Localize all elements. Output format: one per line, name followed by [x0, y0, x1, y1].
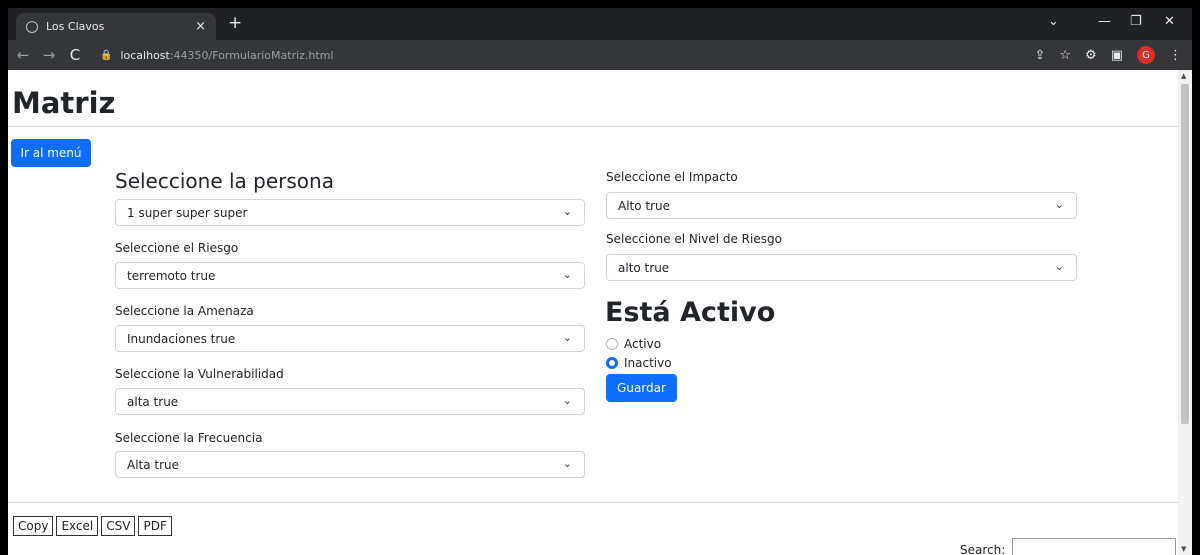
tab-title: Los Clavos — [46, 20, 105, 33]
scroll-up-icon[interactable]: ▲ — [1181, 72, 1186, 80]
close-tab-icon[interactable]: × — [195, 19, 206, 34]
riesgo-select[interactable]: terremoto true ⌄ — [115, 262, 585, 289]
frecuencia-select[interactable]: Alta true ⌄ — [115, 451, 585, 478]
forward-icon[interactable]: → — [38, 46, 60, 64]
scrollbar[interactable]: ▲ ▼ — [1178, 70, 1192, 555]
amenaza-select[interactable]: Inundaciones true ⌄ — [115, 325, 585, 352]
copy-button[interactable]: Copy — [13, 516, 54, 536]
riesgo-label: Seleccione el Riesgo — [115, 241, 239, 255]
persona-select-value: 1 super super super — [127, 205, 248, 220]
tab-search-icon[interactable]: ⌄ — [1048, 14, 1059, 29]
divider — [8, 126, 1178, 127]
impacto-label: Seleccione el Impacto — [606, 170, 738, 184]
close-window-icon[interactable]: ✕ — [1164, 14, 1175, 29]
page-title: Matriz — [12, 86, 116, 120]
chevron-down-icon: ⌄ — [562, 394, 572, 407]
search-label: Search: — [960, 543, 1006, 555]
csv-button[interactable]: CSV — [101, 516, 136, 536]
chevron-down-icon: ⌄ — [1054, 260, 1064, 273]
reload-icon[interactable]: C — [64, 46, 86, 64]
amenaza-label: Seleccione la Amenaza — [115, 304, 254, 318]
activo-heading: Está Activo — [605, 297, 776, 328]
new-tab-icon[interactable]: + — [228, 13, 242, 33]
excel-button[interactable]: Excel — [56, 516, 99, 536]
chevron-down-icon: ⌄ — [562, 205, 572, 218]
frecuencia-select-value: Alta true — [127, 457, 180, 472]
vulnerabilidad-label: Seleccione la Vulnerabilidad — [115, 367, 284, 381]
url-path: :44350/FormularioMatriz.html — [169, 48, 334, 62]
profile-avatar[interactable]: G — [1137, 46, 1155, 64]
impacto-select[interactable]: Alto true ⌄ — [606, 192, 1077, 219]
persona-select[interactable]: 1 super super super ⌄ — [115, 199, 585, 226]
pdf-button[interactable]: PDF — [138, 516, 172, 536]
sidepanel-icon[interactable]: ▣ — [1111, 48, 1123, 63]
chevron-down-icon: ⌄ — [562, 268, 572, 281]
chevron-down-icon: ⌄ — [1054, 198, 1064, 211]
back-icon[interactable]: ← — [12, 46, 34, 64]
vulnerabilidad-select[interactable]: alta true ⌄ — [115, 388, 585, 415]
restore-icon[interactable]: ❐ — [1130, 14, 1142, 29]
extension-icon[interactable]: ⚙ — [1085, 48, 1097, 63]
nivel-riesgo-label: Seleccione el Nivel de Riesgo — [606, 232, 782, 246]
nivel-riesgo-select[interactable]: alto true ⌄ — [606, 254, 1077, 281]
radio-inactivo-circle[interactable] — [606, 357, 618, 369]
star-icon[interactable]: ☆ — [1059, 48, 1071, 63]
amenaza-select-value: Inundaciones true — [127, 331, 236, 346]
radio-activo[interactable]: Activo — [606, 337, 661, 351]
radio-inactivo[interactable]: Inactivo — [606, 356, 672, 370]
url-host: localhost — [120, 48, 170, 62]
tab-bar: Los Clavos × + ⌄ — ❐ ✕ — [8, 8, 1192, 40]
riesgo-select-value: terremoto true — [127, 268, 216, 283]
radio-activo-circle[interactable] — [606, 338, 618, 350]
minimize-icon[interactable]: — — [1098, 14, 1111, 29]
search-input[interactable] — [1012, 538, 1176, 555]
url-field[interactable]: 🔒 localhost :44350/FormularioMatriz.html — [100, 45, 980, 65]
chevron-down-icon: ⌄ — [562, 457, 572, 470]
browser-window: Los Clavos × + ⌄ — ❐ ✕ ← → C 🔒 localhost… — [8, 8, 1192, 555]
save-button[interactable]: Guardar — [606, 374, 677, 402]
radio-activo-label: Activo — [624, 337, 662, 351]
divider — [8, 502, 1178, 503]
export-buttons: Copy Excel CSV PDF — [13, 516, 172, 536]
persona-heading: Seleccione la persona — [115, 169, 334, 193]
page-content: Matriz Ir al menú Seleccione la persona … — [8, 70, 1178, 555]
lock-icon: 🔒 — [100, 49, 113, 61]
globe-icon — [26, 20, 38, 33]
scroll-down-icon[interactable]: ▼ — [1181, 545, 1186, 553]
impacto-select-value: Alto true — [618, 198, 671, 213]
scrollbar-thumb[interactable] — [1181, 84, 1189, 424]
address-bar: ← → C 🔒 localhost :44350/FormularioMatri… — [8, 40, 1192, 70]
menu-dots-icon[interactable]: ⋮ — [1169, 48, 1182, 63]
radio-inactivo-label: Inactivo — [624, 356, 672, 370]
browser-tab[interactable]: Los Clavos × — [16, 13, 216, 40]
nivel-riesgo-select-value: alto true — [618, 260, 670, 275]
chevron-down-icon: ⌄ — [562, 331, 572, 344]
menu-button[interactable]: Ir al menú — [11, 139, 91, 167]
share-icon[interactable]: ⇪ — [1034, 48, 1045, 63]
frecuencia-label: Seleccione la Frecuencia — [115, 431, 263, 445]
vulnerabilidad-select-value: alta true — [127, 394, 179, 409]
